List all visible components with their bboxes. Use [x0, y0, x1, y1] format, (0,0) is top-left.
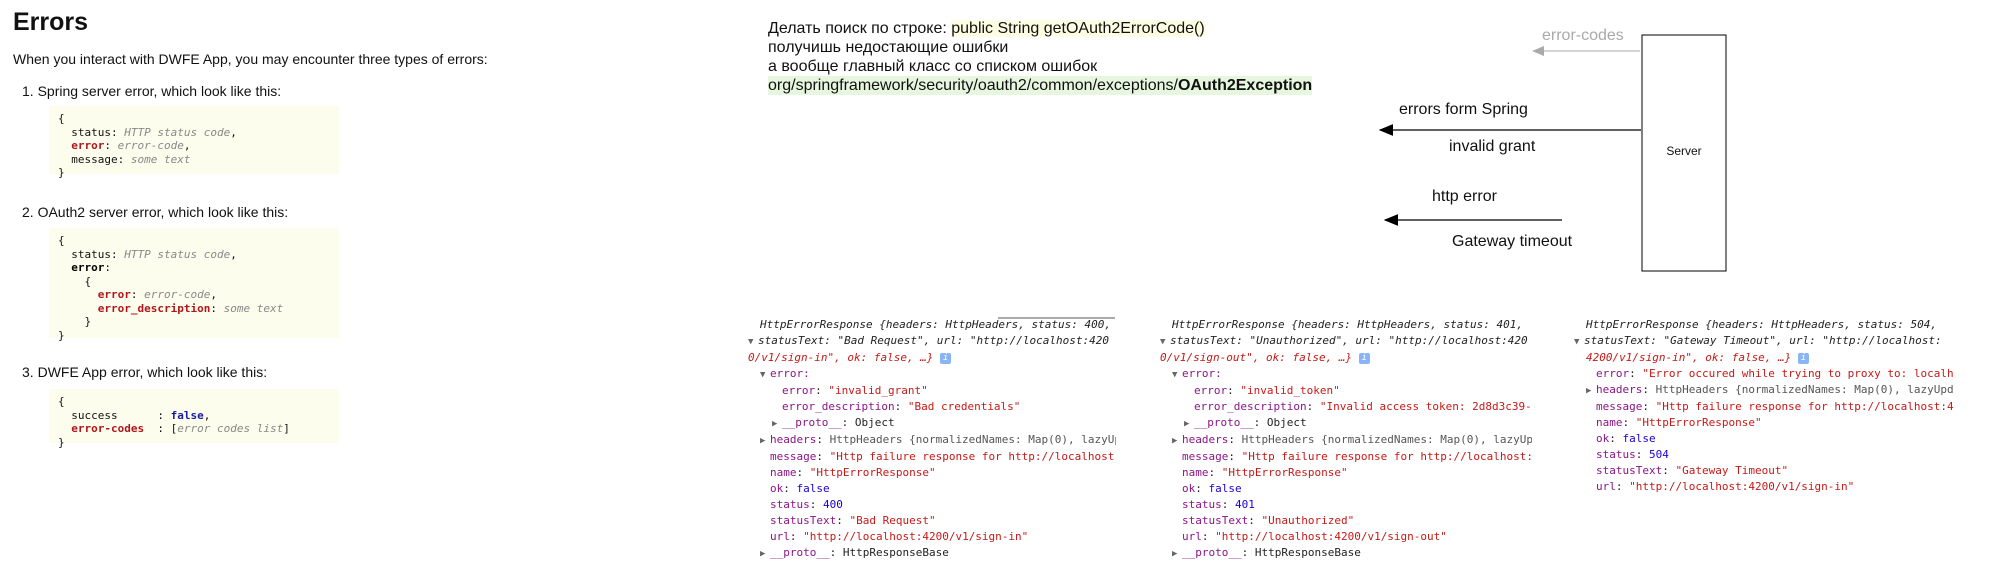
- expand-triangle-icon[interactable]: ▼: [1172, 367, 1182, 383]
- expand-triangle-icon[interactable]: ▼: [1574, 334, 1584, 350]
- server-label: Server: [1666, 144, 1702, 158]
- console-header: HttpErrorResponse {headers: HttpHeaders,…: [760, 318, 1111, 331]
- expand-triangle-icon[interactable]: ▼: [748, 334, 758, 350]
- expand-triangle-icon[interactable]: ▶: [1586, 383, 1596, 399]
- invalid-grant-label: invalid grant: [1449, 138, 1536, 155]
- expand-triangle-icon[interactable]: ▼: [760, 367, 770, 383]
- errors-spring-label: errors form Spring: [1399, 101, 1528, 118]
- gateway-timeout-label: Gateway timeout: [1452, 233, 1573, 250]
- expand-triangle-icon[interactable]: ▶: [1172, 433, 1182, 449]
- expand-triangle-icon[interactable]: ▶: [760, 433, 770, 449]
- console-panel-401: HttpErrorResponse {headers: HttpHeaders,…: [1160, 317, 1532, 562]
- expand-triangle-icon[interactable]: ▶: [772, 416, 782, 432]
- error-codes-label: error-codes: [1542, 27, 1624, 44]
- expand-triangle-icon[interactable]: ▶: [1184, 416, 1194, 432]
- http-error-label: http error: [1432, 188, 1497, 205]
- console-panel-504: HttpErrorResponse {headers: HttpHeaders,…: [1574, 318, 1954, 493]
- expand-triangle-icon[interactable]: ▶: [1172, 546, 1182, 562]
- console-panel-400: HttpErrorResponse {headers: HttpHeaders,…: [748, 317, 1116, 562]
- expand-triangle-icon[interactable]: ▼: [1160, 334, 1170, 350]
- info-icon: i: [1358, 352, 1370, 364]
- expand-triangle-icon[interactable]: ▶: [760, 546, 770, 562]
- info-icon: i: [940, 352, 952, 364]
- info-icon: i: [1797, 352, 1809, 364]
